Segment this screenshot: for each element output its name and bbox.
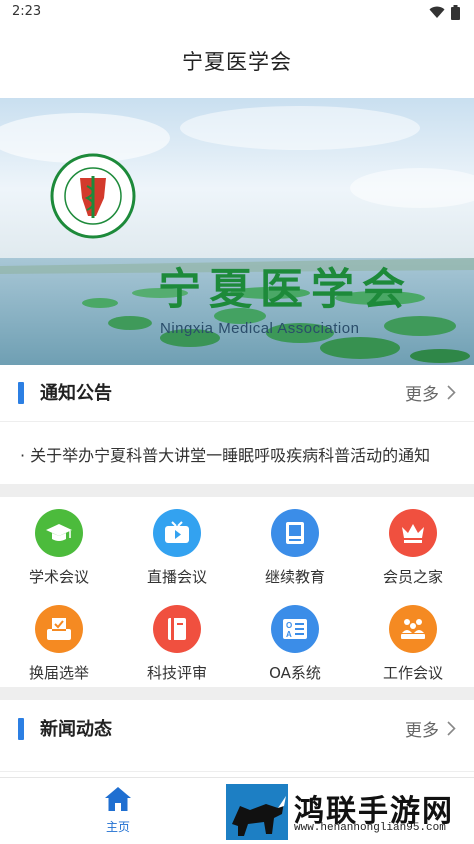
section-accent-bar	[18, 718, 24, 740]
divider	[0, 687, 474, 700]
book-icon	[271, 509, 319, 557]
page-title: 宁夏医学会	[182, 50, 292, 74]
crown-icon	[389, 509, 437, 557]
grid-item-member-home[interactable]: 会员之家	[354, 497, 472, 589]
news-title: 新闻动态	[40, 719, 112, 740]
grid-item-continuing-education[interactable]: 继续教育	[236, 497, 354, 589]
banner-title: 宁夏医学会	[158, 265, 413, 315]
notice-list-item[interactable]: · 关于举办宁夏科普大讲堂一睡眠呼吸疾病科普活动的通知	[0, 421, 474, 484]
watermark-logo: 鸿联手游网 www.henanhonglian95.com	[226, 784, 466, 840]
grid-item-label: 工作会议	[382, 664, 443, 682]
grid-item-label: 直播会议	[146, 568, 207, 586]
battery-icon	[451, 5, 460, 20]
chevron-right-icon	[447, 721, 456, 736]
oa-card-icon: OA	[271, 605, 319, 653]
home-icon	[105, 787, 131, 811]
grid-item-label: 学术会议	[28, 568, 89, 586]
grid-item-label: 继续教育	[264, 568, 325, 586]
grid-item-election[interactable]: 换届选举	[0, 593, 118, 685]
wifi-icon	[429, 6, 445, 18]
more-label: 更多	[405, 721, 439, 741]
grid-item-work-meeting[interactable]: 工作会议	[354, 593, 472, 685]
feature-grid: 学术会议 直播会议 继续教育 会员之家 换届选举 科技评审 OA OA系统 工作…	[0, 497, 474, 687]
more-label: 更多	[405, 385, 439, 405]
tab-home[interactable]: 主页	[88, 786, 148, 835]
grid-item-label: 换届选举	[28, 664, 89, 682]
news-more-link[interactable]: 更多	[405, 716, 456, 741]
grid-item-label: 科技评审	[146, 664, 207, 682]
grid-item-academic-meeting[interactable]: 学术会议	[0, 497, 118, 589]
grid-item-label: 会员之家	[382, 568, 443, 586]
grid-item-live-meeting[interactable]: 直播会议	[118, 497, 236, 589]
notice-item-text: · 关于举办宁夏科普大讲堂一睡眠呼吸疾病科普活动的通知	[20, 446, 431, 465]
banner-carousel[interactable]: 宁夏医学会 Ningxia Medical Association	[0, 98, 474, 365]
ballot-box-icon	[35, 605, 83, 653]
bull-logo-icon	[226, 784, 288, 840]
graduation-cap-icon	[35, 509, 83, 557]
tv-play-icon	[153, 509, 201, 557]
watermark-url: www.henanhonglian95.com	[294, 822, 446, 834]
notice-title: 通知公告	[40, 383, 112, 404]
notebook-icon	[153, 605, 201, 653]
status-bar: 2:23	[0, 0, 474, 24]
svg-text:O: O	[286, 621, 292, 630]
chevron-right-icon	[447, 385, 456, 400]
section-accent-bar	[18, 382, 24, 404]
svg-text:A: A	[286, 630, 292, 639]
grid-item-tech-review[interactable]: 科技评审	[118, 593, 236, 685]
divider	[0, 484, 474, 497]
status-time: 2:23	[12, 4, 42, 19]
people-meeting-icon	[389, 605, 437, 653]
tab-home-label: 主页	[105, 820, 130, 834]
notice-header: 通知公告 更多	[0, 365, 474, 421]
grid-item-label: OA系统	[269, 664, 321, 682]
notice-more-link[interactable]: 更多	[405, 380, 456, 405]
app-header: 宁夏医学会	[0, 24, 474, 98]
grid-item-oa-system[interactable]: OA OA系统	[236, 593, 354, 685]
news-header: 新闻动态 更多	[0, 701, 474, 757]
status-icons	[429, 5, 460, 20]
banner-subtitle: Ningxia Medical Association	[160, 320, 360, 337]
divider	[0, 771, 474, 772]
